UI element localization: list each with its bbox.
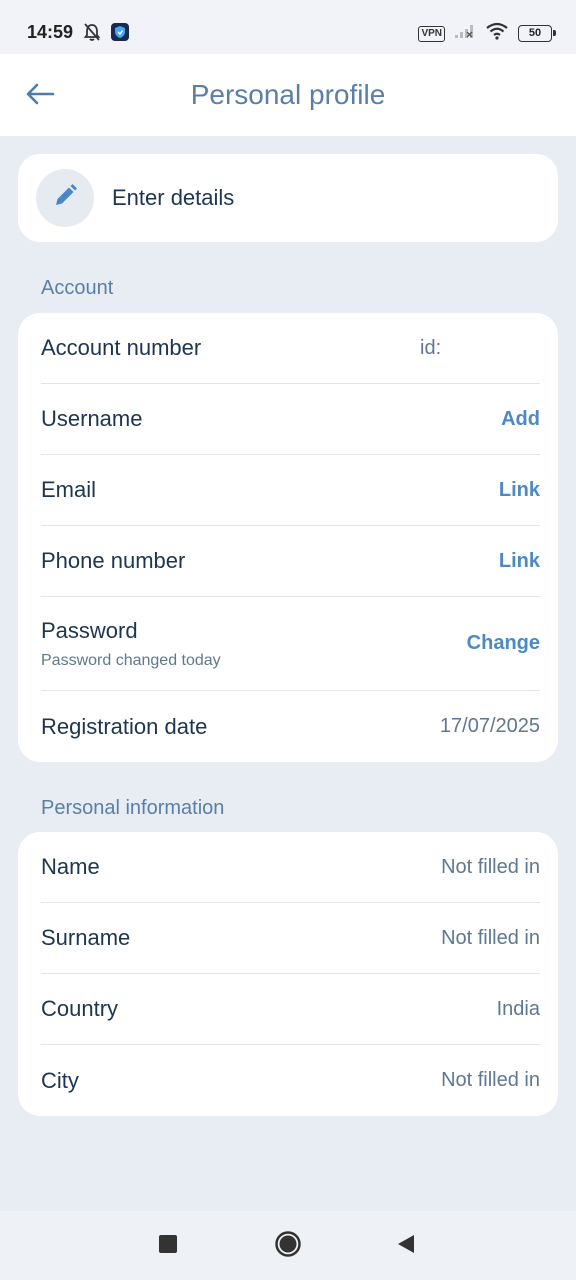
password-change-link[interactable]: Change [467,632,540,655]
username-add-link[interactable]: Add [501,408,540,431]
surname-label: Surname [41,925,131,950]
system-nav-bar [0,1211,576,1280]
account-number-label: Account number [41,335,202,360]
name-row[interactable]: Name Not filled in [41,832,540,903]
phone-number-row[interactable]: Phone number Link [41,526,540,597]
back-triangle-icon [397,1234,415,1259]
password-status: Password changed today [41,651,221,669]
registration-date-row: Registration date 17/07/2025 [41,691,540,762]
enter-details-label: Enter details [112,185,235,210]
vpn-badge: VPN [418,25,445,42]
name-label: Name [41,854,100,879]
registration-date-label: Registration date [41,713,208,739]
bell-off-icon [82,22,102,47]
registration-date-value: 17/07/2025 [439,715,540,737]
surname-value: Not filled in [441,926,540,949]
status-left-icons [82,22,130,47]
account-section-title: Account [41,277,114,299]
password-label: Password [41,617,138,643]
phone-number-label: Phone number [41,548,186,573]
surname-row[interactable]: Surname Not filled in [41,903,540,974]
email-link[interactable]: Link [499,479,540,502]
email-row[interactable]: Email Link [41,455,540,526]
app-header: Personal profile [0,54,576,136]
username-label: Username [41,406,143,431]
wifi-icon [485,22,509,45]
email-label: Email [41,477,97,502]
password-text-group: Password Password changed today [41,618,221,670]
account-number-row: Account number id: [41,313,540,384]
phone-number-link[interactable]: Link [499,550,540,573]
page-title: Personal profile [190,79,386,110]
country-value: India [496,997,540,1020]
status-time: 14:59 [27,22,74,42]
account-number-value: id: [420,336,442,359]
city-value: Not filled in [441,1069,540,1091]
country-label: Country [41,996,119,1021]
home-button[interactable] [273,1230,303,1263]
name-value: Not filled in [441,855,540,878]
signal-icon [454,23,476,44]
recents-square-icon [159,1234,177,1258]
password-row[interactable]: Password Password changed today Change [41,597,540,691]
city-label: City [41,1067,79,1093]
personal-info-card: Name Not filled in Surname Not filled in… [18,832,558,1116]
status-right-icons: VPN 50 [418,22,556,45]
pencil-icon-circle [36,169,94,227]
status-bar: 14:59 VPN 50 [0,0,576,54]
username-row[interactable]: Username Add [41,384,540,455]
shield-app-icon [110,22,130,47]
recents-button[interactable] [153,1231,183,1261]
nav-back-button[interactable] [391,1231,421,1261]
home-circle-icon [274,1230,302,1263]
country-row[interactable]: Country India [41,974,540,1045]
personal-section-title: Personal information [41,797,225,819]
battery-icon: 50 [518,25,556,42]
account-card: Account number id: Username Add Email Li… [18,313,558,762]
pencil-icon [50,181,80,216]
city-row[interactable]: City Not filled in [41,1045,540,1116]
enter-details-button[interactable]: Enter details [18,154,558,242]
